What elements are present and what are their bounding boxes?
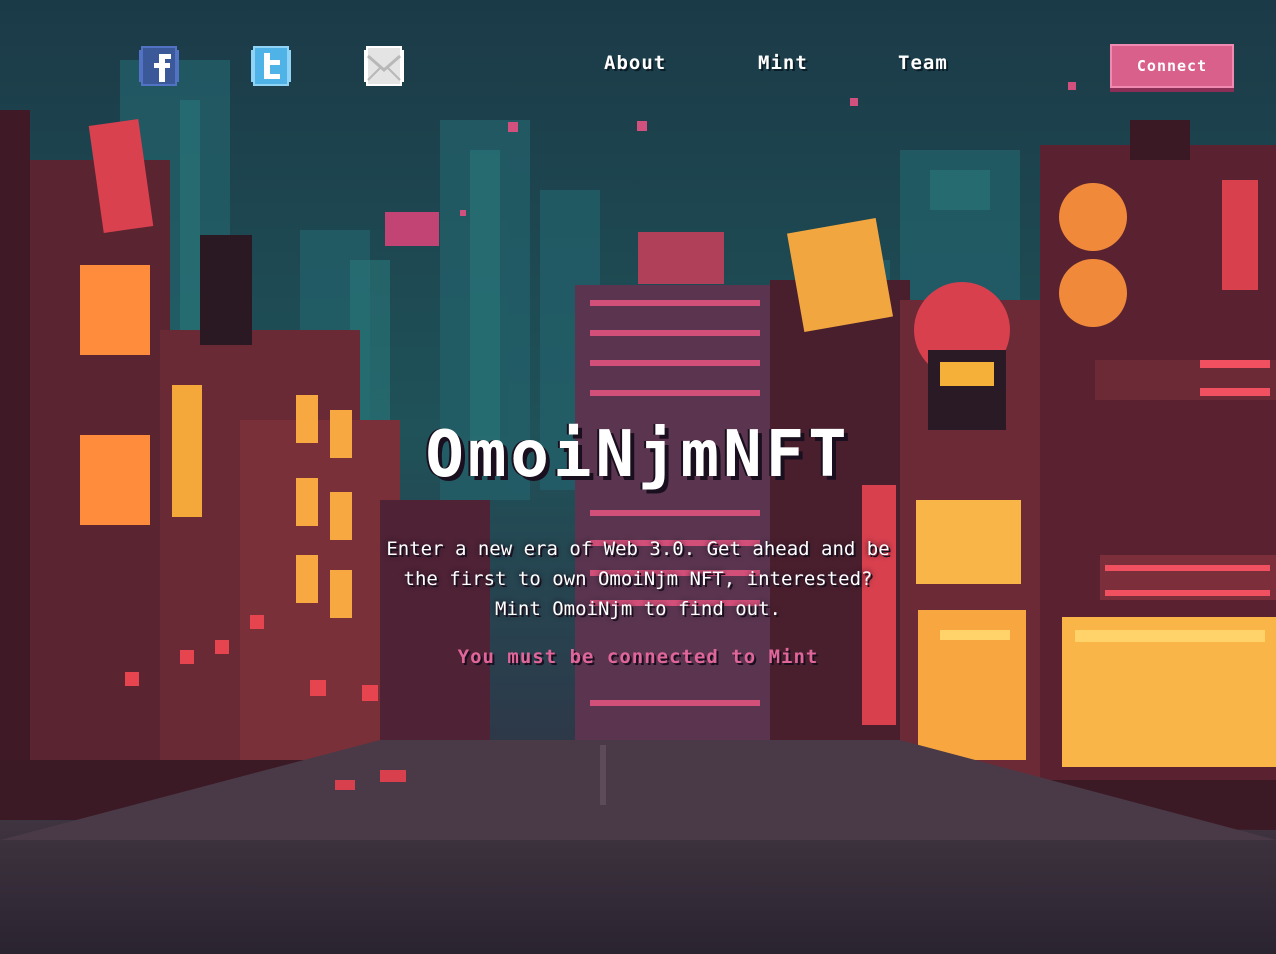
facebook-icon (139, 46, 179, 86)
mail-icon (364, 46, 404, 86)
top-navigation: About Mint Team Connect (0, 0, 1276, 110)
nav-link-mint[interactable]: Mint (758, 52, 808, 74)
nav-link-about[interactable]: About (604, 52, 666, 74)
mint-status-message: You must be connected to Mint (457, 646, 819, 668)
twitter-icon (251, 46, 291, 86)
mail-button[interactable] (362, 44, 406, 88)
hero-description: Enter a new era of Web 3.0. Get ahead an… (386, 538, 890, 620)
connect-wallet-button[interactable]: Connect (1110, 44, 1234, 88)
nav-link-team[interactable]: Team (898, 52, 948, 74)
twitter-button[interactable] (249, 44, 293, 88)
hero-title: OmoiNjmNFT (425, 418, 851, 492)
facebook-button[interactable] (137, 44, 181, 88)
